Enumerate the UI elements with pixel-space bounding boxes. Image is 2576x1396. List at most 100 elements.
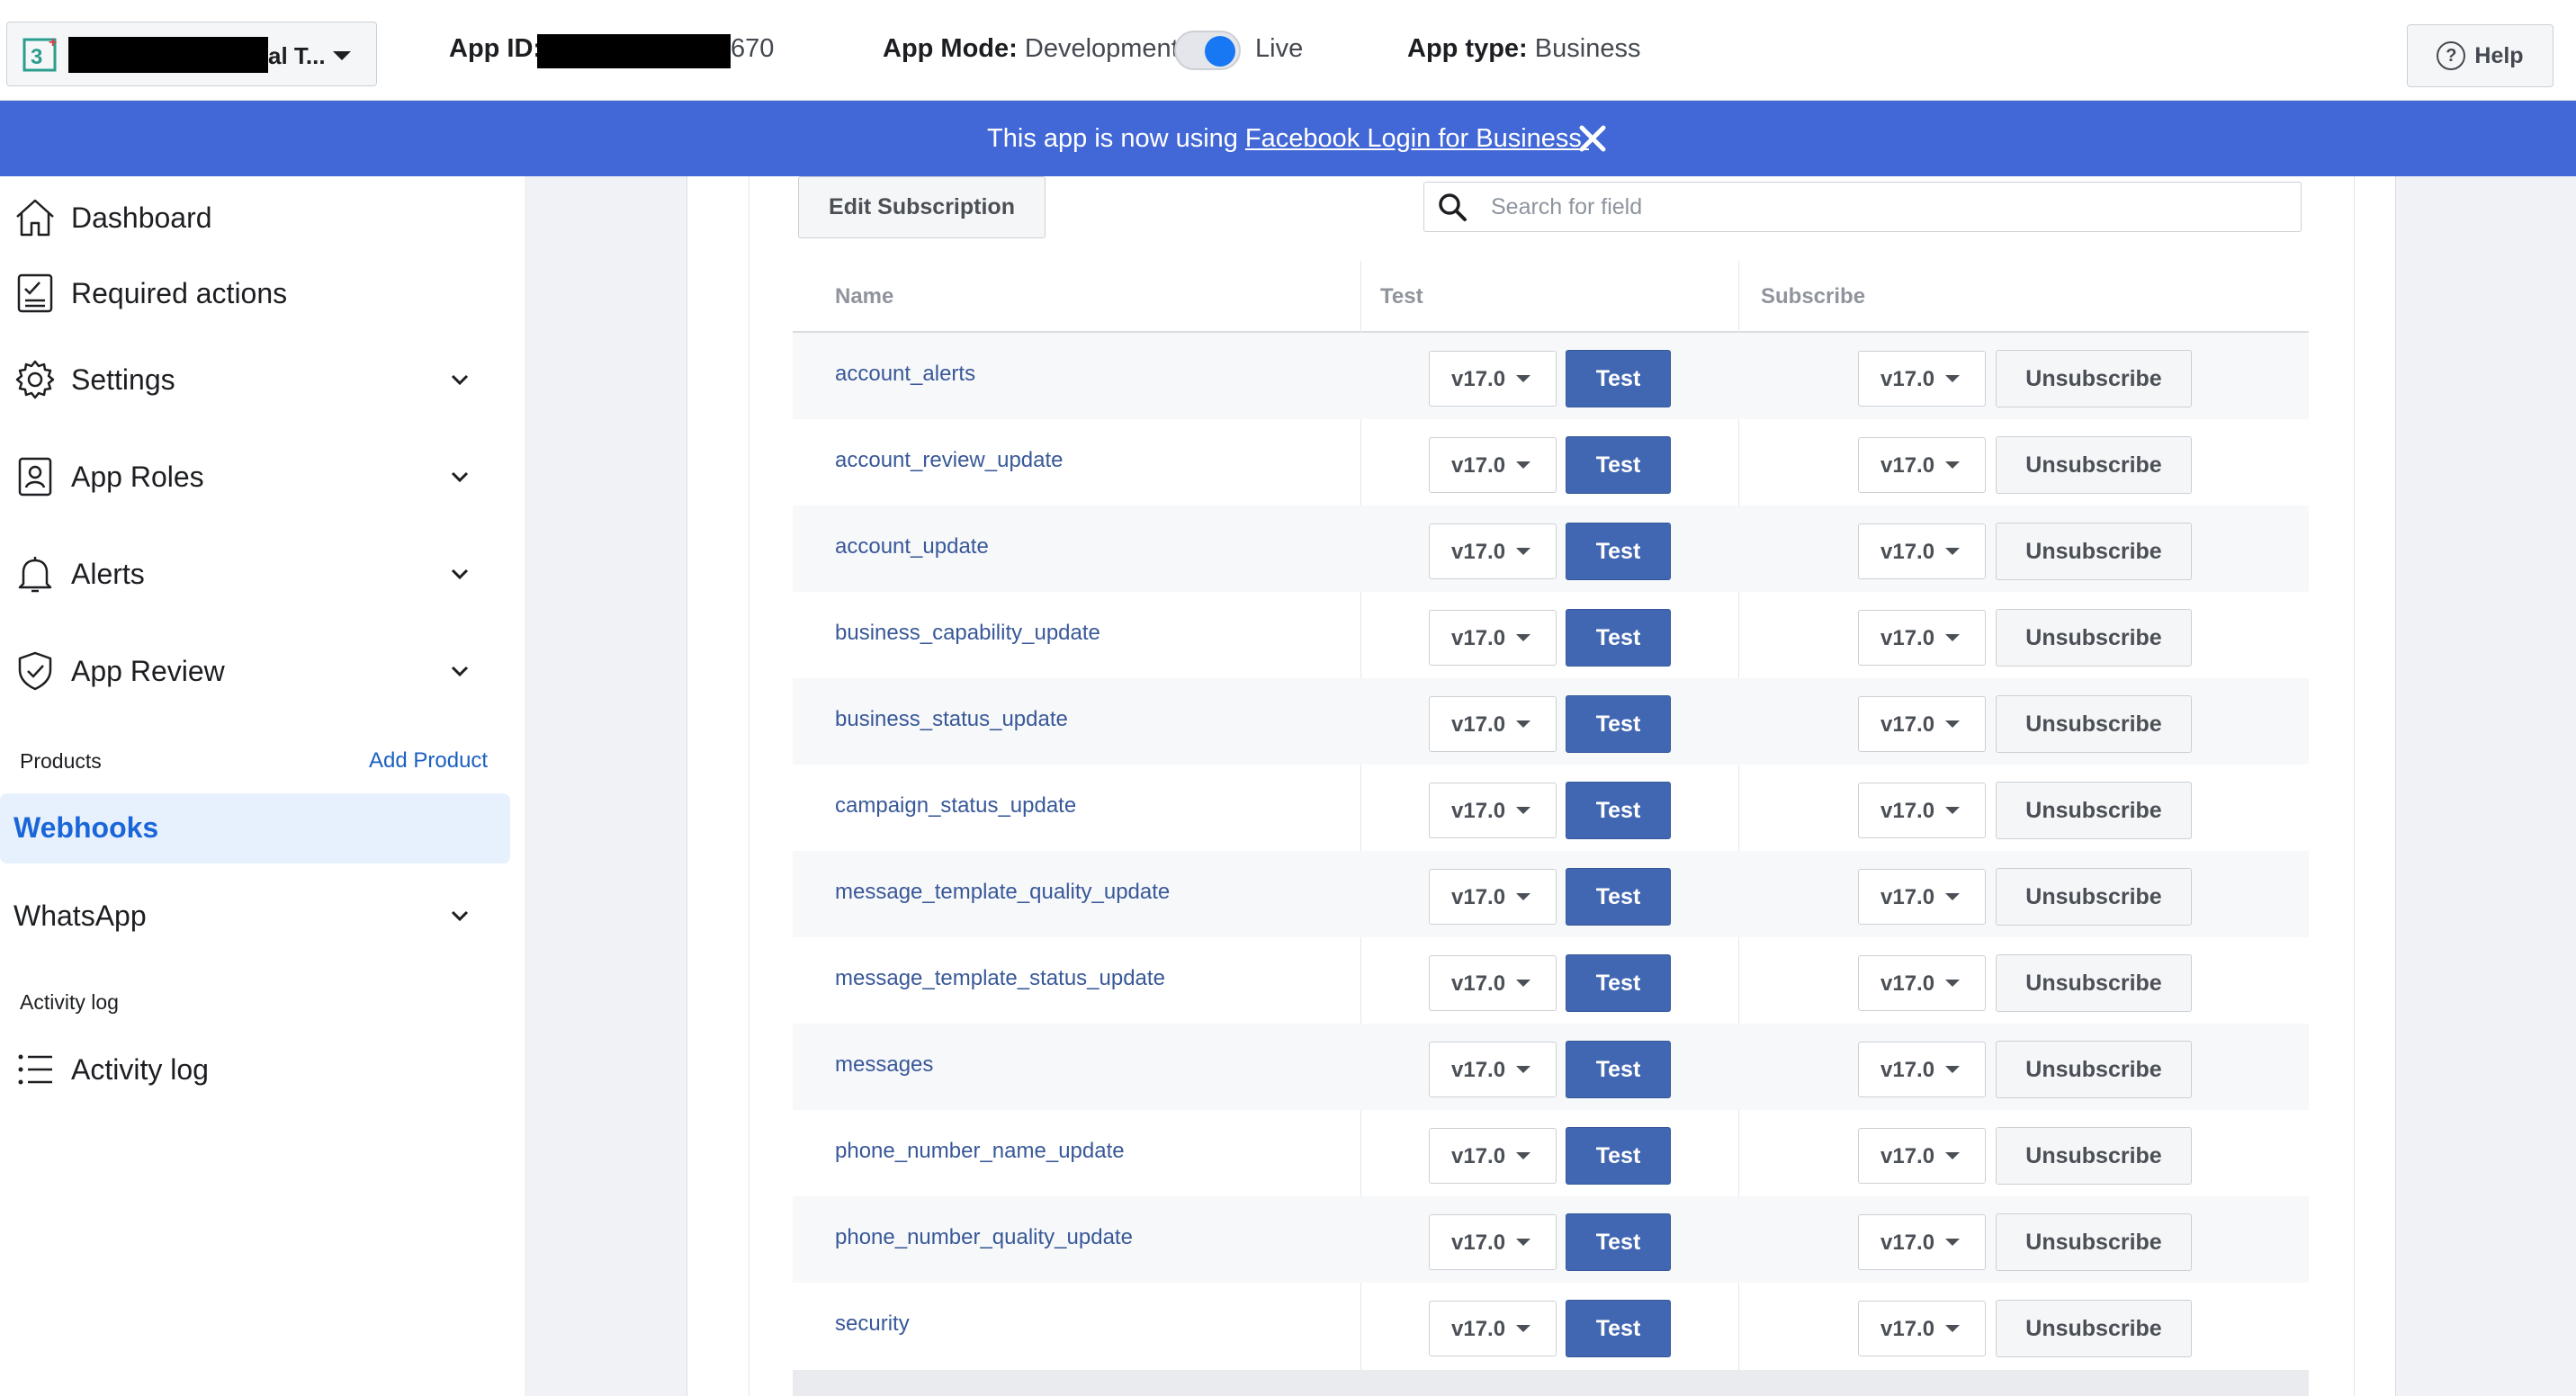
test-version-dropdown[interactable]: v17.0 — [1429, 351, 1557, 407]
redacted-app-id — [537, 34, 731, 68]
field-name: business_capability_update — [835, 621, 1100, 645]
subscribe-version-dropdown[interactable]: v17.0 — [1858, 1042, 1986, 1097]
unsubscribe-button[interactable]: Unsubscribe — [1996, 695, 2192, 753]
test-version-dropdown[interactable]: v17.0 — [1429, 783, 1557, 838]
version-label: v17.0 — [1451, 712, 1506, 737]
add-product-link[interactable]: Add Product — [369, 748, 488, 774]
test-button[interactable]: Test — [1566, 523, 1671, 580]
redacted-app-name — [68, 37, 268, 73]
app-mode-label: App Mode: — [883, 34, 1018, 63]
test-version-dropdown[interactable]: v17.0 — [1429, 955, 1557, 1011]
search-input[interactable] — [1489, 190, 2281, 224]
unsubscribe-button[interactable]: Unsubscribe — [1996, 523, 2192, 580]
test-button[interactable]: Test — [1566, 350, 1671, 407]
table-row: business_status_update v17.0 Test v17.0 Unsu… — [793, 678, 2309, 765]
sidebar-item-required-actions[interactable]: Required actions — [0, 262, 525, 325]
unsubscribe-button[interactable]: Unsubscribe — [1996, 1041, 2192, 1098]
unsubscribe-button[interactable]: Unsubscribe — [1996, 350, 2192, 407]
test-button[interactable]: Test — [1566, 1127, 1671, 1185]
subscribe-version-dropdown[interactable]: v17.0 — [1858, 1128, 1986, 1184]
test-version-dropdown[interactable]: v17.0 — [1429, 1042, 1557, 1097]
sidebar-item-app-review[interactable]: App Review — [0, 640, 525, 702]
caret-down-icon — [1516, 980, 1530, 987]
version-label: v17.0 — [1451, 367, 1506, 391]
caret-down-icon — [1516, 1152, 1530, 1159]
test-button[interactable]: Test — [1566, 436, 1671, 494]
banner-link[interactable]: Facebook Login for Business. — [1245, 124, 1589, 154]
caret-down-icon — [1945, 375, 1960, 382]
unsubscribe-button[interactable]: Unsubscribe — [1996, 609, 2192, 667]
unsubscribe-button[interactable]: Unsubscribe — [1996, 782, 2192, 839]
test-button[interactable]: Test — [1566, 695, 1671, 753]
app-mode-toggle[interactable] — [1174, 31, 1241, 70]
products-section-title: Products — [20, 749, 102, 773]
field-name: campaign_status_update — [835, 793, 1077, 818]
sidebar-item-label: Dashboard — [71, 201, 212, 234]
test-button[interactable]: Test — [1566, 954, 1671, 1012]
unsubscribe-button[interactable]: Unsubscribe — [1996, 1127, 2192, 1185]
help-label: Help — [2474, 42, 2524, 68]
subscribe-version-dropdown[interactable]: v17.0 — [1858, 783, 1986, 838]
caret-down-icon — [1516, 1239, 1530, 1246]
close-icon[interactable] — [1575, 121, 1611, 157]
unsubscribe-button[interactable]: Unsubscribe — [1996, 1300, 2192, 1357]
test-version-dropdown[interactable]: v17.0 — [1429, 1214, 1557, 1270]
activity-section-title: Activity log — [20, 990, 119, 1014]
subscribe-version-dropdown[interactable]: v17.0 — [1858, 955, 1986, 1011]
test-version-dropdown[interactable]: v17.0 — [1429, 1128, 1557, 1184]
test-version-dropdown[interactable]: v17.0 — [1429, 610, 1557, 666]
sidebar-item-activity-log[interactable]: Activity log — [0, 1038, 525, 1101]
test-button[interactable]: Test — [1566, 1041, 1671, 1098]
test-version-dropdown[interactable]: v17.0 — [1429, 437, 1557, 493]
unsubscribe-button[interactable]: Unsubscribe — [1996, 1213, 2192, 1271]
table-row: messages v17.0 Test v17.0 Unsubscribe — [793, 1024, 2309, 1110]
sidebar-item-settings[interactable]: Settings — [0, 348, 525, 411]
subscribe-version-dropdown[interactable]: v17.0 — [1858, 351, 1986, 407]
unsubscribe-button[interactable]: Unsubscribe — [1996, 868, 2192, 926]
edit-subscription-button[interactable]: Edit Subscription — [798, 176, 1046, 238]
table-row — [793, 1370, 2309, 1396]
search-field[interactable] — [1423, 182, 2302, 232]
test-version-dropdown[interactable]: v17.0 — [1429, 1301, 1557, 1356]
bell-icon — [18, 557, 52, 593]
test-button[interactable]: Test — [1566, 609, 1671, 667]
help-button[interactable]: ? Help — [2407, 24, 2554, 87]
version-label: v17.0 — [1880, 971, 1935, 996]
unsubscribe-button[interactable]: Unsubscribe — [1996, 436, 2192, 494]
sidebar-item-webhooks[interactable]: Webhooks — [0, 793, 510, 864]
app-switcher[interactable]: 3 + al T... — [6, 22, 377, 86]
sidebar-item-label: App Review — [71, 654, 225, 687]
test-version-dropdown[interactable]: v17.0 — [1429, 696, 1557, 752]
subscribe-version-dropdown[interactable]: v17.0 — [1858, 437, 1986, 493]
table-row: security v17.0 Test v17.0 Unsubscribe — [793, 1283, 2309, 1369]
sidebar-item-dashboard[interactable]: Dashboard — [0, 186, 525, 249]
table-row: business_capability_update v17.0 Test v17.0… — [793, 592, 2309, 678]
caret-down-icon — [1516, 807, 1530, 814]
field-name: messages — [835, 1052, 934, 1077]
banner-text: This app is now using — [987, 123, 1238, 153]
subscribe-version-dropdown[interactable]: v17.0 — [1858, 524, 1986, 579]
subscribe-version-dropdown[interactable]: v17.0 — [1858, 869, 1986, 925]
test-version-dropdown[interactable]: v17.0 — [1429, 524, 1557, 579]
test-button[interactable]: Test — [1566, 868, 1671, 926]
test-button[interactable]: Test — [1566, 782, 1671, 839]
sidebar-item-alerts[interactable]: Alerts — [0, 542, 525, 605]
sidebar-item-app-roles[interactable]: App Roles — [0, 445, 525, 508]
subscribe-version-dropdown[interactable]: v17.0 — [1858, 610, 1986, 666]
unsubscribe-button[interactable]: Unsubscribe — [1996, 954, 2192, 1012]
app-mode-live: Live — [1255, 34, 1304, 63]
sidebar-item-whatsapp[interactable]: WhatsApp — [0, 884, 525, 947]
test-button[interactable]: Test — [1566, 1300, 1671, 1357]
subscribe-version-dropdown[interactable]: v17.0 — [1858, 696, 1986, 752]
sidebar-item-label: Webhooks — [13, 811, 159, 844]
subscribe-version-dropdown[interactable]: v17.0 — [1858, 1214, 1986, 1270]
app-type: App type: Business — [1407, 34, 1640, 64]
subscribe-version-dropdown[interactable]: v17.0 — [1858, 1301, 1986, 1356]
caret-down-icon — [1945, 548, 1960, 555]
app-mode: App Mode: Development — [883, 34, 1179, 64]
test-button[interactable]: Test — [1566, 1213, 1671, 1271]
test-version-dropdown[interactable]: v17.0 — [1429, 869, 1557, 925]
caret-down-icon — [1516, 634, 1530, 641]
chevron-down-icon — [451, 471, 469, 483]
field-name: phone_number_quality_update — [835, 1225, 1133, 1249]
